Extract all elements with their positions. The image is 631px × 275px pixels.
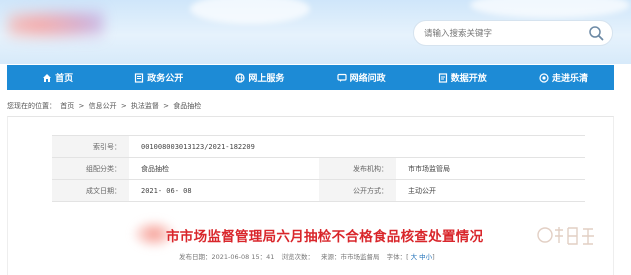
breadcrumb-item-info-disclosure[interactable]: 信息公开 bbox=[89, 102, 117, 110]
search-box bbox=[413, 20, 613, 46]
watermark-logo bbox=[537, 227, 594, 245]
font-size-prefix: 字体：[ bbox=[386, 253, 409, 261]
nav-online-services[interactable]: 网上服务 bbox=[209, 65, 310, 90]
category-label: 组配分类： bbox=[52, 157, 129, 180]
disclosure-method-value: 主动公开 bbox=[396, 179, 585, 202]
chat-icon bbox=[336, 73, 347, 82]
nav-government-affairs-label: 政务公开 bbox=[147, 74, 184, 84]
breadcrumb-item-food-inspection[interactable]: 食品抽检 bbox=[173, 102, 201, 110]
article-content: 索引号： 001008003013123/2021-182209 组配分类： 食… bbox=[7, 116, 614, 275]
home-icon bbox=[43, 73, 52, 82]
breadcrumb-item-law-enforcement[interactable]: 执法监督 bbox=[131, 102, 159, 110]
data-icon bbox=[438, 72, 447, 83]
document-date-value: 2021- 06- 08 bbox=[129, 179, 319, 202]
article-source: 来源：市市场监督局 bbox=[321, 253, 380, 261]
main-navigation: 首页 政务公开 网上服务 网络问政 数据开放 走进乐清 bbox=[7, 65, 614, 90]
index-number-value: 001008003013123/2021-182209 bbox=[129, 135, 585, 158]
disclosure-method-label: 公开方式： bbox=[319, 179, 396, 202]
breadcrumb-prefix: 您现在的位置： bbox=[7, 102, 56, 110]
nav-open-data[interactable]: 数据开放 bbox=[412, 65, 513, 90]
view-count: 浏览次数： bbox=[281, 253, 314, 261]
publish-date: 发布日期：2021-06-08 15：41 bbox=[179, 253, 275, 261]
category-value: 食品抽检 bbox=[129, 157, 319, 180]
font-size-suffix: ] bbox=[432, 253, 435, 261]
cloud-decoration bbox=[190, 0, 310, 24]
breadcrumb-separator: > bbox=[163, 102, 170, 110]
nav-online-services-label: 网上服务 bbox=[248, 74, 285, 84]
document-info-table: 索引号： 001008003013123/2021-182209 组配分类： 食… bbox=[52, 135, 585, 202]
nav-about-yueqing-label: 走进乐清 bbox=[551, 74, 588, 84]
search-icon[interactable] bbox=[588, 25, 604, 41]
nav-online-inquiry-label: 网络问政 bbox=[349, 74, 386, 84]
breadcrumb-item-home[interactable]: 首页 bbox=[60, 102, 74, 110]
nav-home[interactable]: 首页 bbox=[7, 65, 108, 90]
table-row: 成文日期： 2021- 06- 08 公开方式： 主动公开 bbox=[52, 179, 585, 202]
nav-open-data-label: 数据开放 bbox=[450, 74, 487, 84]
font-large-button[interactable]: 大 bbox=[411, 253, 418, 261]
page-title: 市市场监督管理局六月抽检不合格食品核查处置情况 bbox=[166, 229, 484, 245]
article-meta: 发布日期：2021-06-08 15：41 浏览次数： 来源：市市场监督局 字体… bbox=[179, 251, 440, 261]
eye-icon bbox=[539, 72, 549, 83]
site-logo bbox=[8, 8, 104, 42]
document-date-label: 成文日期： bbox=[52, 179, 129, 202]
breadcrumb: 您现在的位置： 首页 > 信息公开 > 执法监督 > 食品抽检 bbox=[7, 101, 203, 111]
globe-icon bbox=[235, 72, 246, 83]
document-icon bbox=[135, 72, 144, 83]
header-banner bbox=[0, 0, 631, 64]
index-number-label: 索引号： bbox=[52, 135, 129, 158]
publisher-value: 市市场监管局 bbox=[396, 157, 585, 180]
breadcrumb-separator: > bbox=[120, 102, 127, 110]
nav-about-yueqing[interactable]: 走进乐清 bbox=[513, 65, 614, 90]
table-row: 索引号： 001008003013123/2021-182209 bbox=[52, 135, 585, 158]
publisher-label: 发布机构： bbox=[319, 157, 396, 180]
nav-home-label: 首页 bbox=[55, 74, 74, 84]
table-row: 组配分类： 食品抽检 发布机构： 市市场监管局 bbox=[52, 157, 585, 180]
breadcrumb-separator: > bbox=[78, 102, 85, 110]
nav-online-inquiry[interactable]: 网络问政 bbox=[311, 65, 412, 90]
search-input[interactable] bbox=[424, 25, 584, 43]
font-size-control: 字体：[大中小] bbox=[387, 253, 435, 261]
nav-government-affairs[interactable]: 政务公开 bbox=[108, 65, 209, 90]
cloud-decoration bbox=[470, 0, 630, 18]
